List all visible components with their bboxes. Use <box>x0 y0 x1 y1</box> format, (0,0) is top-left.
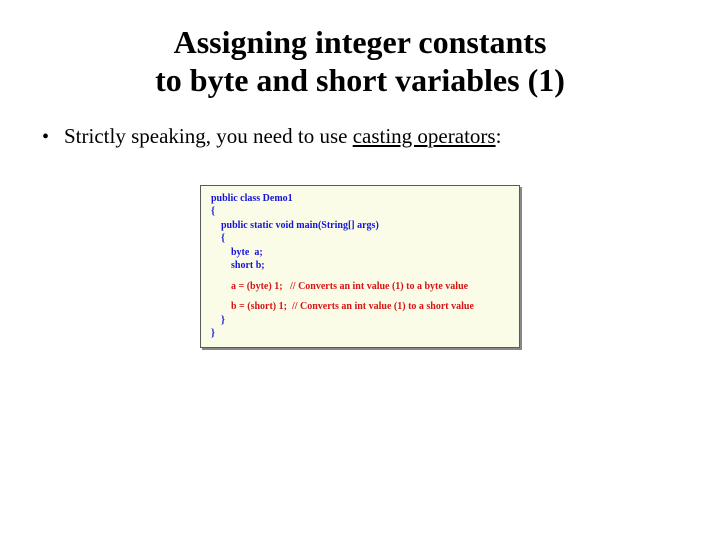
code-box-container: public class Demo1 { public static void … <box>40 185 680 348</box>
page-title: Assigning integer constants to byte and … <box>40 24 680 100</box>
bullet-item: • Strictly speaking, you need to use cas… <box>40 124 680 149</box>
code-line: public static void main(String[] args) <box>211 219 509 233</box>
code-line: } <box>211 314 509 328</box>
bullet-prefix: Strictly speaking, you need to use <box>64 124 353 148</box>
title-line-1: Assigning integer constants <box>174 24 547 60</box>
code-line-highlight: b = (short) 1; // Converts an int value … <box>211 300 509 314</box>
code-line: } <box>211 327 509 341</box>
bullet-underlined: casting operators <box>353 124 496 148</box>
code-line-highlight: a = (byte) 1; // Converts an int value (… <box>211 280 509 294</box>
code-line: { <box>211 205 509 219</box>
code-box: public class Demo1 { public static void … <box>200 185 520 348</box>
code-line: { <box>211 232 509 246</box>
code-line: public class Demo1 <box>211 192 509 206</box>
code-line: short b; <box>211 259 509 273</box>
bullet-suffix: : <box>496 124 502 148</box>
slide: Assigning integer constants to byte and … <box>0 0 720 540</box>
bullet-dot-icon: • <box>42 127 64 147</box>
bullet-text: Strictly speaking, you need to use casti… <box>64 124 501 149</box>
code-line: byte a; <box>211 246 509 260</box>
title-line-2: to byte and short variables (1) <box>155 62 565 98</box>
